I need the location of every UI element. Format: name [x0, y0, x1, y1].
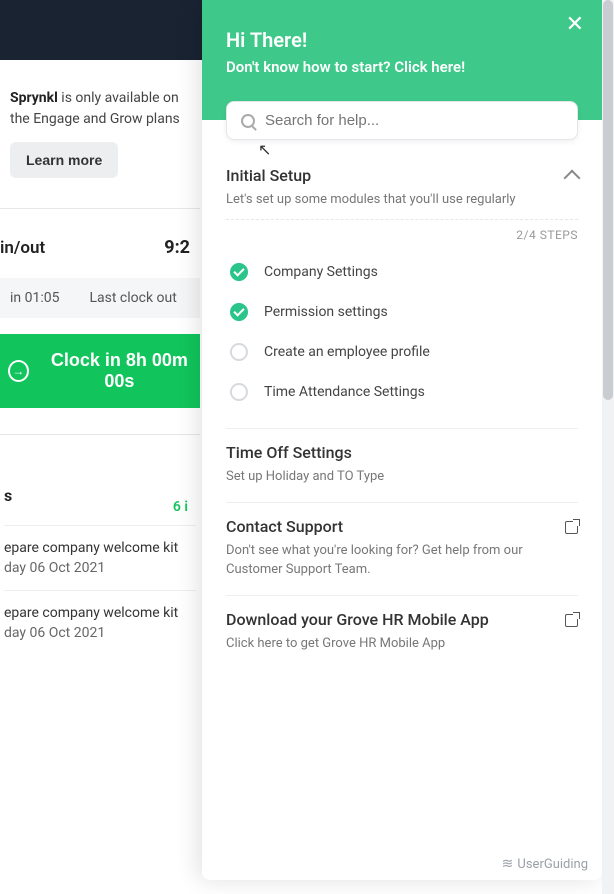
search-box[interactable] — [226, 101, 578, 140]
section-title: Download your Grove HR Mobile App — [226, 610, 565, 629]
clock-label: in/out — [0, 238, 45, 258]
panel-subtitle[interactable]: Don't know how to start? Click here! — [226, 58, 578, 76]
section-title: Time Off Settings — [226, 443, 578, 462]
scrollbar-track[interactable] — [602, 0, 614, 894]
search-wrap — [226, 101, 578, 140]
last-clock-in: in 01:05 — [10, 290, 59, 306]
tasks-header: s 6 i — [4, 435, 196, 525]
last-clock-out: Last clock out — [89, 290, 176, 306]
checklist-item-permission-settings[interactable]: Permission settings — [226, 292, 578, 332]
search-input[interactable] — [265, 112, 563, 129]
check-label: Create an employee profile — [264, 344, 430, 360]
clock-in-label: Clock in 8h 00m 00s — [39, 350, 200, 392]
clock-info: in 01:05 Last clock out — [0, 278, 200, 318]
section-title: Contact Support — [226, 517, 565, 536]
scrollbar-thumb[interactable] — [603, 0, 613, 400]
section-desc: Set up Holiday and TO Type — [226, 468, 578, 486]
promo-brand: Sprynkl — [10, 90, 58, 106]
panel-body: Initial Setup Let's set up some modules … — [202, 120, 602, 848]
promo-box: Sprynkl is only available on the Engage … — [0, 60, 200, 178]
promo-text: Sprynkl is only available on the Engage … — [10, 88, 190, 130]
learn-more-button[interactable]: Learn more — [10, 142, 118, 178]
check-label: Permission settings — [264, 304, 388, 320]
section-download-app[interactable]: Download your Grove HR Mobile App Click … — [226, 596, 578, 669]
checklist-item-time-attendance[interactable]: Time Attendance Settings — [226, 372, 578, 412]
chevron-up-icon[interactable] — [564, 170, 581, 187]
clock-in-icon — [8, 360, 29, 382]
checklist: Company Settings Permission settings Cre… — [226, 252, 578, 412]
task-date: day 06 Oct 2021 — [4, 625, 196, 641]
check-icon — [230, 343, 248, 361]
section-initial-setup[interactable]: Initial Setup Let's set up some modules … — [226, 160, 578, 429]
steps-indicator: 2/4 STEPS — [226, 219, 578, 242]
section-time-off[interactable]: Time Off Settings Set up Holiday and TO … — [226, 429, 578, 503]
section-contact-support[interactable]: Contact Support Don't see what you're lo… — [226, 503, 578, 595]
checklist-item-company-settings[interactable]: Company Settings — [226, 252, 578, 292]
panel-footer: ≋ UserGuiding — [202, 848, 602, 880]
checklist-item-employee-profile[interactable]: Create an employee profile — [226, 332, 578, 372]
section-desc: Click here to get Grove HR Mobile App — [226, 635, 565, 653]
clock-in-button[interactable]: Clock in 8h 00m 00s — [0, 334, 200, 408]
panel-greeting: Hi There! — [226, 28, 578, 52]
check-icon — [230, 383, 248, 401]
userguiding-logo-icon: ≋ — [502, 856, 514, 872]
check-icon — [230, 303, 248, 321]
section-desc: Don't see what you're looking for? Get h… — [226, 542, 565, 578]
task-date: day 06 Oct 2021 — [4, 560, 196, 576]
task-item[interactable]: epare company welcome kit day 06 Oct 202… — [4, 590, 196, 655]
external-link-icon — [565, 521, 578, 534]
check-icon — [230, 263, 248, 281]
tasks-label: s — [4, 486, 12, 505]
task-title: epare company welcome kit — [4, 605, 196, 621]
section-title: Initial Setup — [226, 166, 566, 185]
help-panel: ✕ Hi There! Don't know how to start? Cli… — [202, 0, 602, 880]
panel-header: ✕ Hi There! Don't know how to start? Cli… — [202, 0, 602, 120]
tasks-count: 6 i — [173, 465, 196, 525]
check-label: Company Settings — [264, 264, 378, 280]
search-icon — [241, 114, 255, 128]
close-icon[interactable]: ✕ — [566, 14, 584, 36]
external-link-icon — [565, 614, 578, 627]
task-item[interactable]: epare company welcome kit day 06 Oct 202… — [4, 525, 196, 590]
main-background: Sprynkl is only available on the Engage … — [0, 60, 200, 894]
section-desc: Let's set up some modules that you'll us… — [226, 191, 566, 209]
clock-time: 9:2 — [164, 237, 190, 258]
clock-row: in/out 9:2 — [0, 209, 190, 278]
task-title: epare company welcome kit — [4, 540, 196, 556]
footer-brand[interactable]: UserGuiding — [517, 857, 588, 872]
check-label: Time Attendance Settings — [264, 384, 425, 400]
